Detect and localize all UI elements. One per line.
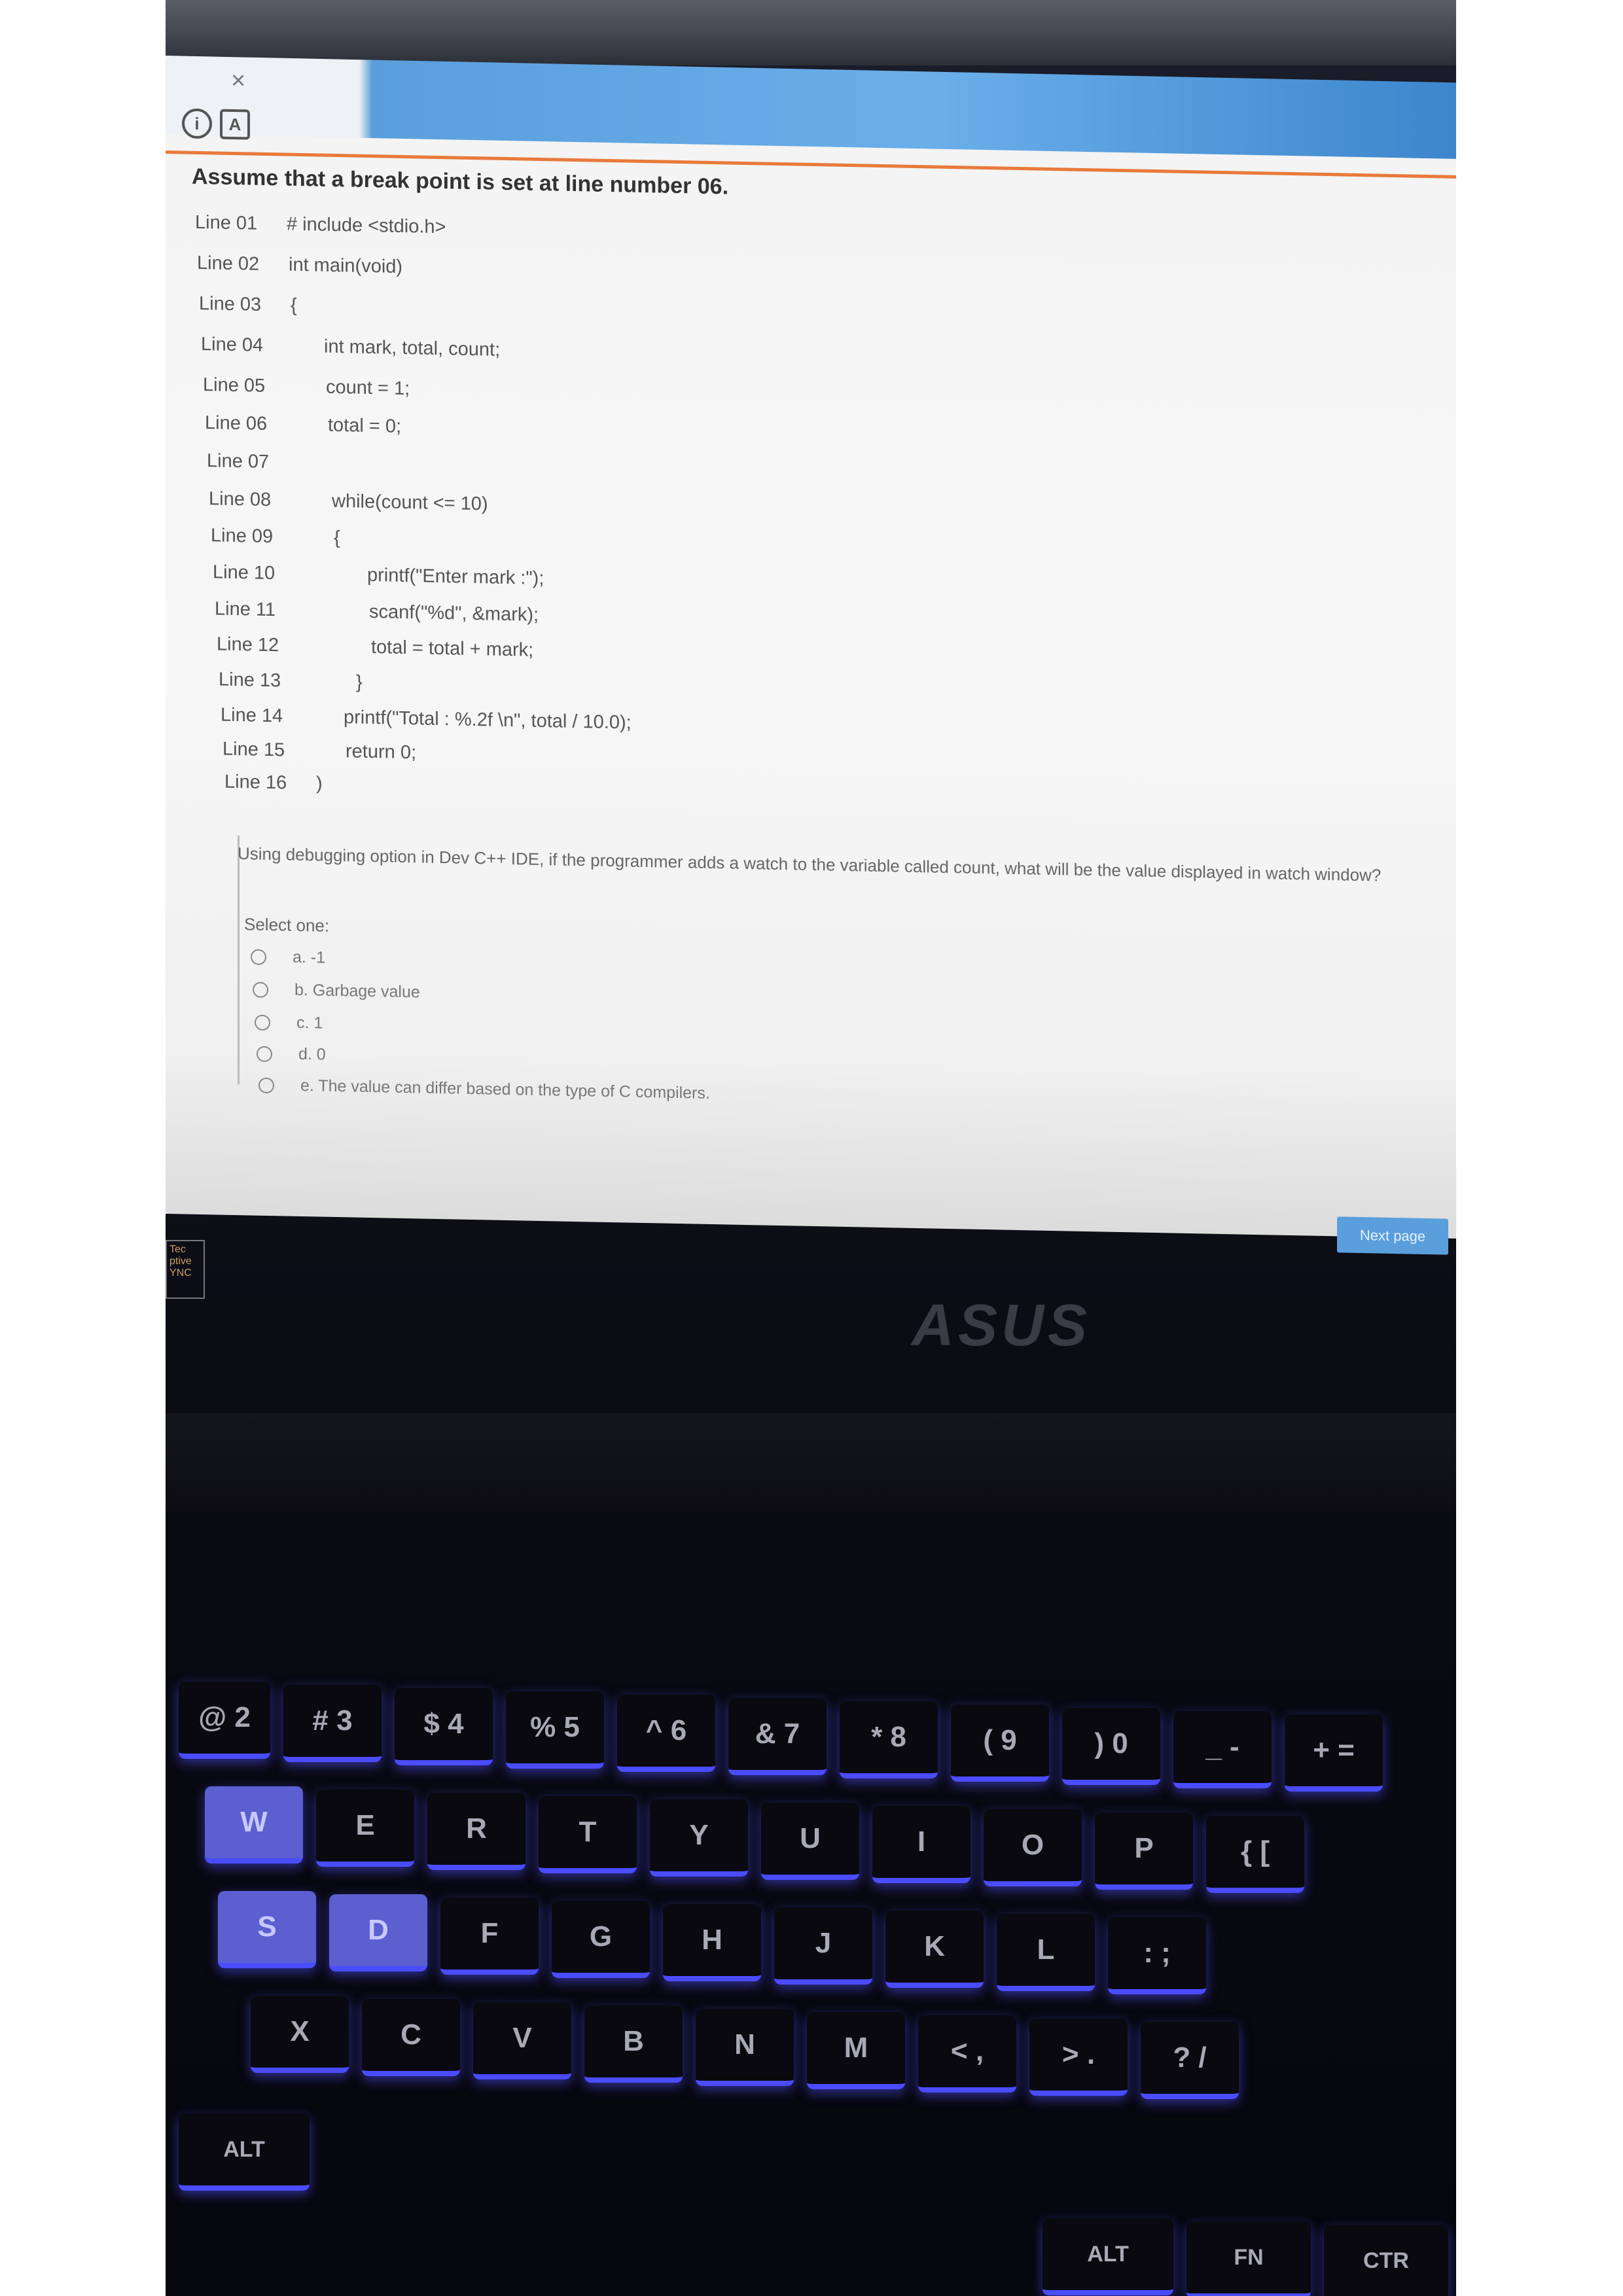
code-line: Line 10 printf("Enter mark :"); — [213, 561, 544, 590]
code-line: Line 14 printf("Total : %.2f \n", total /… — [221, 704, 632, 733]
key-d[interactable]: D — [329, 1894, 427, 1971]
key-8[interactable]: * 8 — [840, 1701, 938, 1778]
laptop-sticker: Tec ptive YNC — [166, 1240, 205, 1299]
quiz-screen: i A Assume that a break point is set at … — [166, 108, 1456, 1255]
key-r[interactable]: R — [427, 1793, 526, 1870]
document-icon[interactable]: A — [220, 109, 250, 140]
code-line: Line 16) — [224, 771, 323, 794]
key-bracket[interactable]: { [ — [1206, 1816, 1304, 1893]
info-icon[interactable]: i — [182, 108, 212, 139]
key-e[interactable]: E — [316, 1790, 414, 1867]
code-line: Line 11 scanf("%d", &mark); — [215, 598, 539, 626]
key-f[interactable]: F — [440, 1898, 539, 1975]
code-line: Line 07 — [207, 450, 270, 473]
key-h[interactable]: H — [663, 1904, 761, 1981]
key-ctrl[interactable]: CTR — [1324, 2225, 1448, 2296]
key-t[interactable]: T — [539, 1796, 637, 1873]
key-period[interactable]: > . — [1029, 2019, 1128, 2096]
question-heading: Assume that a break point is set at line… — [192, 164, 729, 200]
key-alt-left[interactable]: ALT — [179, 2113, 310, 2191]
radio-button[interactable] — [251, 949, 266, 966]
key-7[interactable]: & 7 — [728, 1698, 827, 1775]
key-comma[interactable]: < , — [918, 2015, 1016, 2093]
key-y[interactable]: Y — [650, 1799, 748, 1877]
toolbar-icons: i A — [182, 108, 250, 140]
key-v[interactable]: V — [473, 2002, 571, 2079]
code-line: Line 05 count = 1; — [203, 374, 410, 400]
key-j[interactable]: J — [774, 1907, 872, 1985]
radio-button[interactable] — [259, 1078, 274, 1094]
code-line: Line 13} — [219, 669, 363, 693]
key-6[interactable]: ^ 6 — [617, 1695, 715, 1772]
radio-button[interactable] — [255, 1015, 270, 1031]
laptop-photo: × i A Assume that a break point is set a… — [166, 0, 1456, 2296]
key-m[interactable]: M — [807, 2012, 905, 2089]
key-slash[interactable]: ? / — [1141, 2022, 1239, 2099]
key-o[interactable]: O — [984, 1809, 1082, 1886]
key-5[interactable]: % 5 — [506, 1691, 604, 1769]
key-fn[interactable]: FN — [1186, 2221, 1311, 2296]
key-p[interactable]: P — [1095, 1812, 1193, 1890]
code-line: Line 06 total = 0; — [205, 412, 402, 437]
key-equals[interactable]: + = — [1285, 1714, 1383, 1792]
code-line: Line 09{ — [211, 525, 340, 549]
code-line: Line 01 # include <stdio.h> — [195, 211, 446, 238]
key-l[interactable]: L — [997, 1914, 1095, 1991]
laptop-hinge — [166, 1413, 1456, 1511]
answer-option-b[interactable]: b. Garbage value — [253, 980, 420, 1002]
key-minus[interactable]: _ - — [1173, 1711, 1272, 1788]
answer-block-border — [238, 836, 240, 1085]
code-line: Line 04 int mark, total, count; — [201, 334, 501, 361]
key-3[interactable]: # 3 — [283, 1685, 382, 1762]
key-semicolon[interactable]: : ; — [1108, 1917, 1206, 1994]
radio-button[interactable] — [257, 1046, 272, 1063]
key-n[interactable]: N — [696, 2009, 794, 2086]
key-9[interactable]: ( 9 — [951, 1704, 1049, 1782]
key-2[interactable]: @ 2 — [179, 1682, 270, 1759]
key-c[interactable]: C — [362, 1999, 460, 2076]
code-line: Line 08 while(count <= 10) — [209, 488, 488, 515]
answer-option-e[interactable]: e. The value can differ based on the typ… — [259, 1076, 710, 1103]
key-s[interactable]: S — [218, 1891, 316, 1968]
next-page-button[interactable]: Next page — [1337, 1216, 1448, 1255]
key-alt-right[interactable]: ALT — [1043, 2218, 1173, 2295]
screen-bezel — [166, 0, 1456, 65]
key-w[interactable]: W — [205, 1786, 303, 1863]
select-one-label: Select one: — [244, 914, 330, 936]
keyboard: @ 2 # 3 $ 4 % 5 ^ 6 & 7 * 8 ( 9 ) 0 _ - … — [166, 1597, 1456, 2296]
key-b[interactable]: B — [584, 2005, 683, 2083]
key-g[interactable]: G — [552, 1901, 650, 1978]
radio-button[interactable] — [253, 981, 268, 998]
key-x[interactable]: X — [251, 1996, 349, 2073]
key-i[interactable]: I — [872, 1806, 971, 1883]
question-prompt: Using debugging option in Dev C++ IDE, i… — [238, 843, 1382, 885]
code-line: Line 15 return 0; — [223, 738, 416, 764]
code-line: Line 12 total = total + mark; — [217, 633, 534, 661]
key-u[interactable]: U — [761, 1803, 859, 1880]
key-k[interactable]: K — [885, 1911, 984, 1988]
asus-logo: ASUS — [912, 1293, 1092, 1358]
code-line: Line 03{ — [199, 292, 297, 316]
code-line: Line 02 int main(void) — [197, 252, 403, 277]
key-0[interactable]: ) 0 — [1062, 1708, 1160, 1785]
tab-close-button[interactable]: × — [231, 67, 245, 95]
answer-option-a[interactable]: a. -1 — [251, 947, 325, 967]
answer-option-c[interactable]: c. 1 — [255, 1013, 323, 1033]
answer-option-d[interactable]: d. 0 — [257, 1044, 326, 1065]
key-4[interactable]: $ 4 — [395, 1688, 493, 1765]
